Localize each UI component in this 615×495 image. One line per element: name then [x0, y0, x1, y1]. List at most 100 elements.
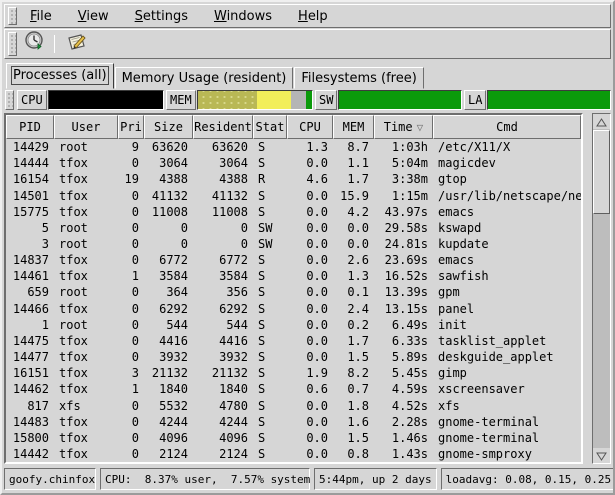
- column-header-pri[interactable]: Pri: [118, 115, 144, 139]
- monitor-label-cpu[interactable]: CPU: [17, 90, 47, 110]
- cell-size: 4244: [144, 415, 193, 429]
- cell-user: tfox: [54, 415, 118, 429]
- cell-pid: 659: [6, 285, 54, 299]
- table-row[interactable]: 14837tfox067726772S0.02.623.69semacs: [6, 252, 581, 268]
- cell-pri: 0: [118, 156, 144, 170]
- cell-mem: 0.1: [333, 285, 374, 299]
- cell-pri: 9: [118, 140, 144, 154]
- cell-resident: 11008: [193, 205, 253, 219]
- column-header-stat[interactable]: Stat: [253, 115, 287, 139]
- tab-memory-usage-resident[interactable]: Memory Usage (resident): [115, 67, 294, 89]
- notebook-tabs: Processes (all)Memory Usage (resident)Fi…: [4, 62, 611, 89]
- table-row[interactable]: 14483tfox042444244S0.01.62.28sgnome-term…: [6, 414, 581, 430]
- cell-mem: 1.3: [333, 269, 374, 283]
- cell-cpu: 1.3: [287, 140, 333, 154]
- menu-item-settings[interactable]: Settings: [125, 7, 198, 26]
- scroll-down-button[interactable]: [593, 448, 610, 463]
- cell-user: tfox: [54, 302, 118, 316]
- cell-user: tfox: [54, 269, 118, 283]
- cell-mem: 1.8: [333, 399, 374, 413]
- tab-processes-all[interactable]: Processes (all): [6, 63, 114, 89]
- menu-item-help[interactable]: Help: [288, 7, 338, 26]
- cell-cmd: sawfish: [433, 269, 581, 283]
- table-row[interactable]: 14501tfox04113241132S0.015.91:15m/usr/li…: [6, 187, 581, 203]
- cell-size: 2124: [144, 447, 193, 461]
- table-row[interactable]: 14429root96362063620S1.38.71:03h/etc/X11…: [6, 139, 581, 155]
- column-header-size[interactable]: Size: [144, 115, 193, 139]
- cell-stat: S: [253, 205, 287, 219]
- monitor-label-mem[interactable]: MEM: [166, 90, 196, 110]
- table-row[interactable]: 14442tfox021242124S0.00.81.43sgnome-smpr…: [6, 446, 581, 462]
- menubar-grip-handle[interactable]: [8, 7, 17, 25]
- cell-stat: S: [253, 269, 287, 283]
- cell-stat: S: [253, 140, 287, 154]
- monitor-label-la[interactable]: LA: [464, 90, 486, 110]
- column-header-resident[interactable]: Resident: [193, 115, 253, 139]
- menu-item-file[interactable]: File: [20, 7, 62, 26]
- table-row[interactable]: 14444tfox030643064S0.01.15:04mmagicdev: [6, 155, 581, 171]
- column-header-cpu[interactable]: CPU: [287, 115, 333, 139]
- loadavg-text: loadavg: 0.08, 0.15, 0.25: [446, 473, 612, 486]
- table-row[interactable]: 14461tfox135843584S0.01.316.52ssawfish: [6, 268, 581, 284]
- table-row[interactable]: 14475tfox044164416S0.01.76.33stasklist_a…: [6, 333, 581, 349]
- cell-user: tfox: [54, 253, 118, 267]
- cell-cpu: 0.0: [287, 253, 333, 267]
- edit-notepad-icon: [64, 30, 88, 58]
- cell-pid: 14477: [6, 350, 54, 364]
- table-row[interactable]: 1root0544544S0.00.26.49sinit: [6, 317, 581, 333]
- table-row[interactable]: 5root000SW0.00.029.58skswapd: [6, 220, 581, 236]
- cell-pid: 1: [6, 318, 54, 332]
- toolbar-grip-handle[interactable]: [8, 32, 17, 56]
- cell-resident: 3064: [193, 156, 253, 170]
- cell-time: 1:15m: [374, 189, 433, 203]
- cell-time: 3:38m: [374, 172, 433, 186]
- column-header-user[interactable]: User: [54, 115, 118, 139]
- scrollbar-trough[interactable]: [593, 129, 610, 448]
- column-header-cmd[interactable]: Cmd: [433, 115, 581, 139]
- tab-filesystems-free[interactable]: Filesystems (free): [294, 67, 423, 89]
- cell-cmd: /etc/X11/X: [433, 140, 581, 154]
- cell-time: 5.89s: [374, 350, 433, 364]
- table-row[interactable]: 659root0364356S0.00.113.39sgpm: [6, 284, 581, 300]
- cell-size: 3584: [144, 269, 193, 283]
- cell-pid: 14461: [6, 269, 54, 283]
- table-row[interactable]: 14477tfox039323932S0.01.55.89sdeskguide_…: [6, 349, 581, 365]
- monitor-label-sw[interactable]: SW: [315, 90, 337, 110]
- cell-cpu: 1.9: [287, 366, 333, 380]
- cell-stat: S: [253, 156, 287, 170]
- cell-mem: 8.2: [333, 366, 374, 380]
- graph-segment: [306, 91, 312, 109]
- column-header-pid[interactable]: PID: [6, 115, 54, 139]
- cell-pid: 14429: [6, 140, 54, 154]
- cell-pid: 16154: [6, 172, 54, 186]
- cell-resident: 4244: [193, 415, 253, 429]
- clock-run-button[interactable]: [20, 31, 50, 57]
- cell-user: root: [54, 140, 118, 154]
- table-row[interactable]: 16154tfox1943884388R4.61.73:38mgtop: [6, 171, 581, 187]
- column-header-mem[interactable]: MEM: [333, 115, 374, 139]
- table-row[interactable]: 15800tfox040964096S0.01.51.46sgnome-term…: [6, 430, 581, 446]
- table-row[interactable]: 15775tfox01100811008S0.04.243.97semacs: [6, 204, 581, 220]
- scrollbar-thumb[interactable]: [593, 130, 610, 214]
- vertical-scrollbar[interactable]: [592, 113, 611, 464]
- cell-stat: S: [253, 382, 287, 396]
- cell-cmd: gtop: [433, 172, 581, 186]
- edit-notepad-button[interactable]: [61, 31, 91, 57]
- table-row[interactable]: 817xfs055324780S0.01.84.52sxfs: [6, 398, 581, 414]
- scroll-up-button[interactable]: [593, 114, 610, 129]
- table-row[interactable]: 3root000SW0.00.024.81skupdate: [6, 236, 581, 252]
- column-header-time[interactable]: Time▽: [374, 115, 433, 139]
- cell-pid: 817: [6, 399, 54, 413]
- cell-time: 43.97s: [374, 205, 433, 219]
- cell-pri: 0: [118, 253, 144, 267]
- table-row[interactable]: 16151tfox32113221132S1.98.25.45sgimp: [6, 365, 581, 381]
- cell-user: tfox: [54, 366, 118, 380]
- monitor-grip-handle[interactable]: [5, 90, 14, 110]
- table-row[interactable]: 14466tfox062926292S0.02.413.15spanel: [6, 301, 581, 317]
- menu-item-windows[interactable]: Windows: [204, 7, 282, 26]
- cell-size: 4096: [144, 431, 193, 445]
- table-row[interactable]: 14462tfox118401840S0.60.74.59sxscreensav…: [6, 381, 581, 397]
- menu-item-view[interactable]: View: [68, 7, 119, 26]
- toolbar: [4, 29, 611, 59]
- cell-resident: 1840: [193, 382, 253, 396]
